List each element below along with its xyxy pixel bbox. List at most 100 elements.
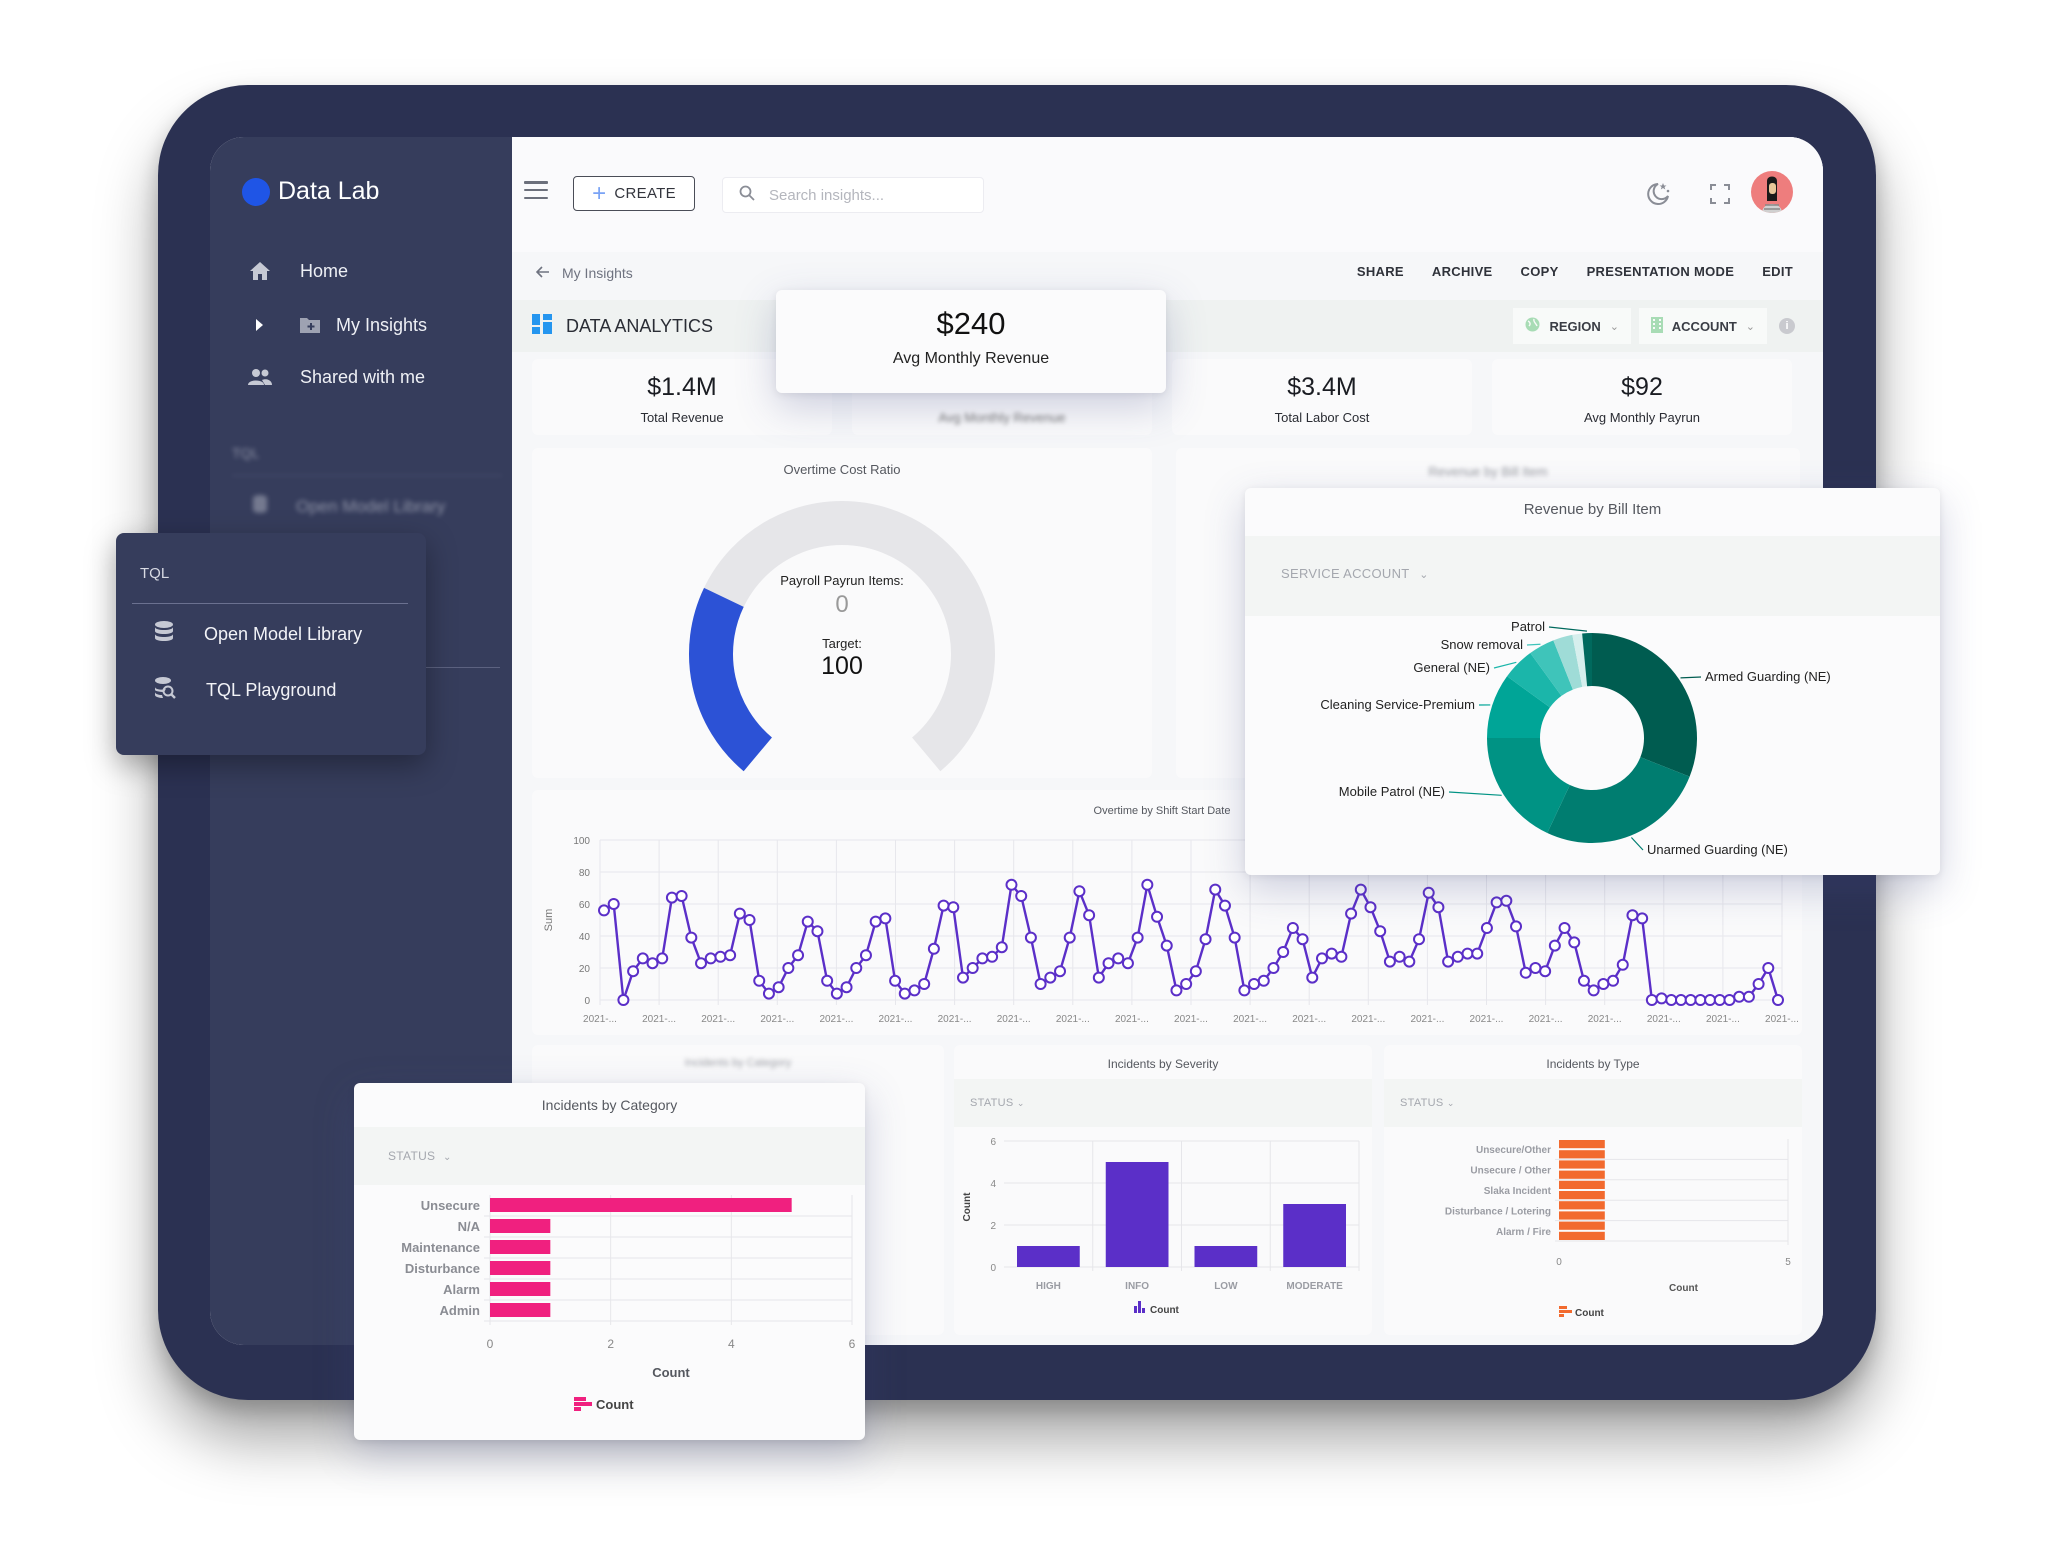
data-point [1393,950,1406,963]
breadcrumb-my-insights[interactable]: My Insights [562,265,633,281]
menu-icon[interactable] [524,181,548,199]
y-ticks: 0 20 40 60 80 100 [573,836,590,1007]
sidebar-item-my-insights[interactable]: My Insights [252,313,427,337]
building-icon [1650,316,1663,336]
data-point [762,987,775,1000]
legend-label: Count [1150,1305,1180,1316]
data-point [1665,994,1678,1006]
database-search-icon [154,676,176,705]
data-point [1500,894,1513,907]
sidebar-tql-section: TQL Open Model Library [232,445,502,519]
data-point [1151,910,1164,923]
breadcrumb[interactable]: My Insights [535,265,633,281]
kpi-highlight-card: $240 Avg Monthly Revenue [776,290,1166,393]
app-name: Data Lab [278,177,380,205]
data-point [976,952,989,965]
data-point [1442,955,1455,968]
account-filter[interactable]: ACCOUNT ⌄ [1638,308,1767,344]
search-input[interactable] [769,186,949,204]
fullscreen-icon[interactable] [1705,179,1735,209]
data-point [685,931,698,944]
revenue-by-bill-item-card: Revenue by Bill Item SERVICE ACCOUNT ⌄ A… [1245,488,1940,875]
donut-slice [1592,633,1697,777]
legend-swatch [574,1407,581,1411]
data-point [1131,931,1144,944]
data-point [1432,901,1445,914]
create-button[interactable]: + CREATE [573,176,695,211]
data-point [1490,896,1503,909]
data-point [1121,957,1134,970]
data-point [879,912,892,925]
data-point [1248,978,1261,990]
category-label: Unsecure/Other [1476,1145,1551,1156]
label-leader [1548,626,1588,632]
bar [490,1282,551,1296]
kpi-card: $92 Avg Monthly Payrun [1492,359,1792,435]
status-filter[interactable]: STATUS ⌄ [1400,1097,1455,1109]
caret-right-icon[interactable] [252,313,266,337]
back-arrow-icon[interactable] [535,265,550,281]
data-point [1383,955,1396,968]
data-point [821,974,834,987]
data-point [995,941,1008,954]
data-point [1752,978,1765,990]
x-tick-label: 2021-... [997,1014,1031,1025]
x-ticks: 2021-... 2021-... 2021-... 2021-... 2021-...… [583,1014,1799,1025]
bar [1559,1150,1605,1159]
data-point [1413,933,1426,946]
category-label: Maintenance [401,1240,480,1255]
incidents-severity-card: Incidents by Severity STATUS ⌄ 0 2 4 6 Count… [954,1045,1372,1335]
kpi-label: Avg Monthly Revenue [892,350,1050,367]
legend-swatch [1142,1308,1145,1313]
data-point [918,978,931,990]
kpi-label: Avg Monthly Revenue [938,410,1066,425]
data-point [792,949,805,962]
y-tick-label: 100 [573,836,590,847]
copy-button[interactable]: COPY [1521,264,1559,279]
x-tick-label: 2021-... [1292,1014,1326,1025]
card-title: Incidents by Category [684,1057,792,1069]
avatar[interactable] [1751,171,1793,213]
x-tick-label: 4 [728,1337,735,1351]
data-point [636,952,649,965]
x-tick-label: 2021-... [701,1014,735,1025]
info-icon[interactable]: i [1779,318,1795,334]
data-point [937,899,950,912]
sidebar-item-open-model-library[interactable]: Open Model Library [232,494,502,519]
category-label: Unsecure / Other [1470,1166,1551,1177]
folder-plus-icon [296,313,324,337]
x-tick-label: 0 [487,1337,494,1351]
data-point [1723,994,1736,1006]
data-point [1180,978,1193,990]
presentation-mode-button[interactable]: PRESENTATION MODE [1587,264,1735,279]
category-label: Slaka Incident [1484,1186,1552,1197]
card-title: Incidents by Severity [1107,1057,1219,1071]
data-point [1218,899,1231,912]
data-point [733,907,746,920]
status-filter[interactable]: STATUS ⌄ [970,1097,1025,1109]
category-label: Disturbance [405,1261,480,1276]
menu-item-open-model-library[interactable]: Open Model Library [154,620,362,649]
legend-swatch [574,1402,592,1406]
archive-button[interactable]: ARCHIVE [1432,264,1493,279]
people-icon [246,365,274,389]
share-button[interactable]: SHARE [1357,264,1404,279]
data-point [1403,955,1416,968]
legend-swatch [1134,1306,1137,1313]
sidebar-item-shared[interactable]: Shared with me [246,365,425,389]
dark-mode-icon[interactable] [1643,179,1673,209]
data-point [1170,984,1183,997]
sidebar-item-home[interactable]: Home [246,259,348,283]
chevron-down-icon: ⌄ [1609,320,1619,333]
edit-button[interactable]: EDIT [1762,264,1793,279]
search-box[interactable] [722,177,984,213]
data-point [1054,965,1067,978]
sidebar-item-label: Shared with me [300,366,426,387]
menu-item-tql-playground[interactable]: TQL Playground [154,676,336,705]
data-point [850,962,863,974]
data-point [1374,925,1387,938]
region-filter[interactable]: REGION ⌄ [1513,308,1631,344]
bar [1559,1191,1605,1200]
incidents-by-category-card: Incidents by Category STATUS ⌄ 0 2 4 6 Unsec… [354,1083,865,1440]
x-tick-label: 2021-... [1470,1014,1504,1025]
